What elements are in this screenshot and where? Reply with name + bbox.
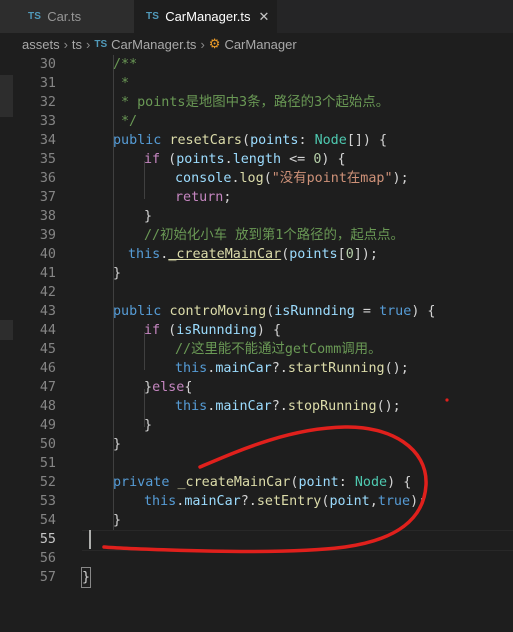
red-dot xyxy=(445,398,449,402)
red-circle-annotation xyxy=(102,398,449,554)
hand-drawn-circle xyxy=(102,425,428,554)
